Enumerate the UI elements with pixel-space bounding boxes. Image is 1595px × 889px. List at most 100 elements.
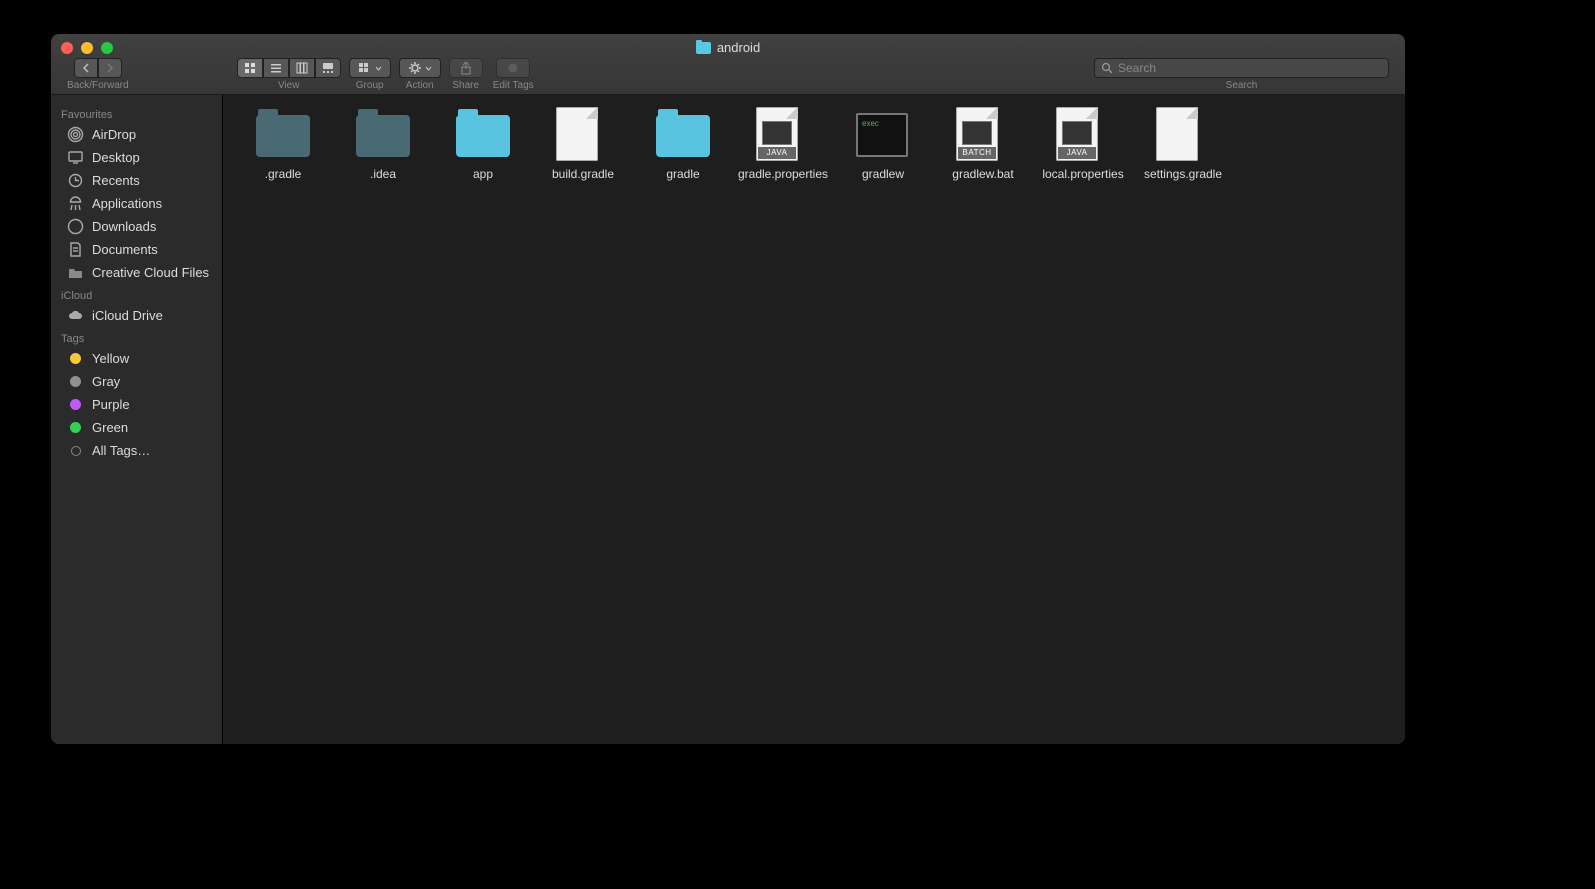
sidebar-item-label: Applications bbox=[92, 196, 162, 211]
action-group: Action bbox=[399, 58, 441, 91]
search-label: Search bbox=[1226, 80, 1258, 91]
sidebar-item-desktop[interactable]: Desktop bbox=[51, 146, 222, 169]
file-item[interactable]: .gradle bbox=[233, 107, 333, 181]
sidebar-item-label: Documents bbox=[92, 242, 158, 257]
sidebar-item-label: Recents bbox=[92, 173, 140, 188]
file-item[interactable]: exec gradlew bbox=[833, 107, 933, 181]
tags-group: Edit Tags bbox=[493, 58, 534, 91]
columns-icon bbox=[296, 62, 308, 74]
window-title: android bbox=[51, 40, 1405, 55]
finder-window: android Back/Forward bbox=[51, 34, 1405, 744]
file-label: gradlew.bat bbox=[952, 167, 1013, 181]
view-list-button[interactable] bbox=[263, 58, 289, 78]
share-group: Share bbox=[449, 58, 483, 91]
sidebar-item-documents[interactable]: Documents bbox=[51, 238, 222, 261]
file-icon: exec bbox=[856, 107, 910, 161]
file-label: gradlew bbox=[862, 167, 904, 181]
titlebar: android Back/Forward bbox=[51, 34, 1405, 95]
tag-dot-icon bbox=[67, 373, 84, 390]
chevron-right-icon bbox=[106, 63, 114, 73]
sidebar-item-yellow[interactable]: Yellow bbox=[51, 347, 222, 370]
sidebar-item-recents[interactable]: Recents bbox=[51, 169, 222, 192]
edit-tags-button[interactable] bbox=[496, 58, 530, 78]
sidebar-heading: Favourites bbox=[51, 103, 222, 123]
forward-button[interactable] bbox=[98, 58, 122, 78]
sidebar-item-green[interactable]: Green bbox=[51, 416, 222, 439]
file-icon: JAVA bbox=[756, 107, 810, 161]
nav-group: Back/Forward bbox=[67, 58, 129, 91]
sidebar-item-label: All Tags… bbox=[92, 443, 150, 458]
group-label: Group bbox=[356, 80, 384, 91]
file-label: gradle bbox=[666, 167, 699, 181]
tag-dot-icon bbox=[67, 396, 84, 413]
view-group: View bbox=[237, 58, 341, 91]
file-item[interactable]: gradle bbox=[633, 107, 733, 181]
sidebar-item-all-tags-[interactable]: All Tags… bbox=[51, 439, 222, 462]
action-label: Action bbox=[406, 80, 434, 91]
airdrop-icon bbox=[67, 126, 84, 143]
cloud-icon bbox=[67, 307, 84, 324]
file-label: app bbox=[473, 167, 493, 181]
search-icon bbox=[1101, 62, 1113, 74]
sidebar-heading: iCloud bbox=[51, 284, 222, 304]
file-item[interactable]: app bbox=[433, 107, 533, 181]
sidebar-item-airdrop[interactable]: AirDrop bbox=[51, 123, 222, 146]
file-item[interactable]: BATCH gradlew.bat bbox=[933, 107, 1033, 181]
share-icon bbox=[460, 61, 472, 75]
file-item[interactable]: JAVA local.properties bbox=[1033, 107, 1133, 181]
group-icon bbox=[358, 62, 372, 74]
search-input[interactable] bbox=[1118, 61, 1382, 75]
action-button[interactable] bbox=[399, 58, 441, 78]
back-button[interactable] bbox=[74, 58, 98, 78]
file-item[interactable]: JAVAgradle.properties bbox=[733, 107, 833, 181]
file-icon: BATCH bbox=[956, 107, 1010, 161]
sidebar-item-label: Downloads bbox=[92, 219, 156, 234]
sidebar-item-label: iCloud Drive bbox=[92, 308, 163, 323]
view-gallery-button[interactable] bbox=[315, 58, 341, 78]
content[interactable]: .gradle.ideaappbuild.gradlegradleJAVAgra… bbox=[223, 95, 1405, 744]
sidebar-item-icloud-drive[interactable]: iCloud Drive bbox=[51, 304, 222, 327]
sidebar-item-purple[interactable]: Purple bbox=[51, 393, 222, 416]
view-icons-button[interactable] bbox=[237, 58, 263, 78]
view-columns-button[interactable] bbox=[289, 58, 315, 78]
sidebar-heading: Tags bbox=[51, 327, 222, 347]
file-icon: JAVA bbox=[1056, 107, 1110, 161]
tag-dot-icon bbox=[67, 350, 84, 367]
sidebar-item-label: Purple bbox=[92, 397, 130, 412]
file-label: .idea bbox=[370, 167, 396, 181]
recents-icon bbox=[67, 172, 84, 189]
sidebar-item-downloads[interactable]: Downloads bbox=[51, 215, 222, 238]
folder-icon bbox=[67, 264, 84, 281]
sidebar-item-label: Desktop bbox=[92, 150, 140, 165]
edit-tags-label: Edit Tags bbox=[493, 80, 534, 91]
tag-icon bbox=[507, 62, 519, 74]
window-title-text: android bbox=[717, 40, 760, 55]
chevron-down-icon bbox=[375, 66, 382, 71]
gear-icon bbox=[408, 61, 422, 75]
view-label: View bbox=[278, 80, 300, 91]
file-item[interactable]: build.gradle bbox=[533, 107, 633, 181]
share-button[interactable] bbox=[449, 58, 483, 78]
tag-dot-icon bbox=[67, 419, 84, 436]
sidebar-item-gray[interactable]: Gray bbox=[51, 370, 222, 393]
folder-icon bbox=[656, 107, 710, 161]
downloads-icon bbox=[67, 218, 84, 235]
folder-icon bbox=[256, 107, 310, 161]
file-item[interactable]: settings.gradle bbox=[1133, 107, 1233, 181]
file-label: local.properties bbox=[1042, 167, 1123, 181]
desktop-icon bbox=[67, 149, 84, 166]
group-button[interactable] bbox=[349, 58, 391, 78]
group-group: Group bbox=[349, 58, 391, 91]
share-label: Share bbox=[452, 80, 479, 91]
file-icon bbox=[1156, 107, 1210, 161]
search-box[interactable] bbox=[1094, 58, 1389, 78]
sidebar-item-applications[interactable]: Applications bbox=[51, 192, 222, 215]
sidebar-item-label: Green bbox=[92, 420, 128, 435]
grid-icon bbox=[244, 62, 256, 74]
sidebar-item-creative-cloud-files[interactable]: Creative Cloud Files bbox=[51, 261, 222, 284]
gallery-icon bbox=[322, 62, 334, 74]
file-item[interactable]: .idea bbox=[333, 107, 433, 181]
sidebar-item-label: AirDrop bbox=[92, 127, 136, 142]
sidebar-item-label: Gray bbox=[92, 374, 120, 389]
sidebar-item-label: Creative Cloud Files bbox=[92, 265, 209, 280]
